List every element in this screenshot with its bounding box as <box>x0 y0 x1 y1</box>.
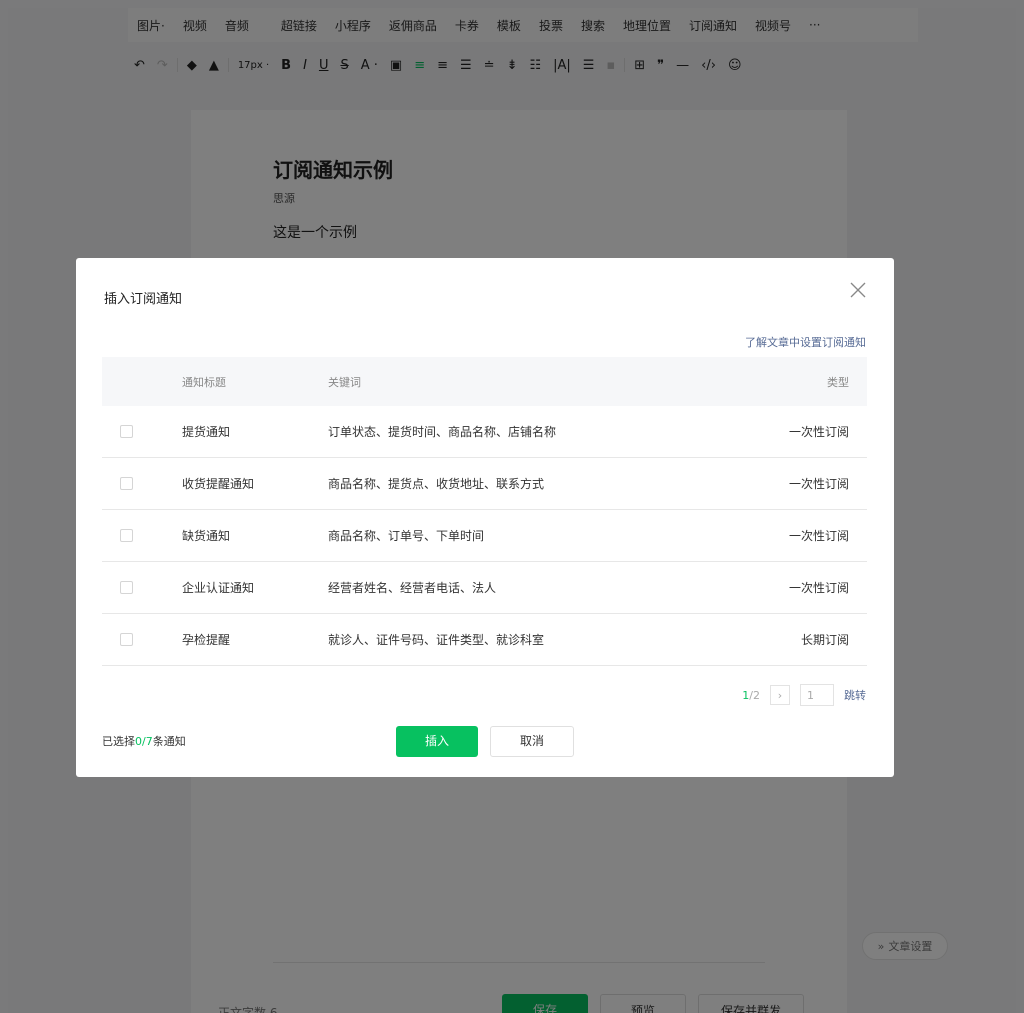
row-checkbox[interactable] <box>120 477 133 490</box>
row-keywords: 订单状态、提货时间、商品名称、店铺名称 <box>328 425 557 439</box>
row-type: 一次性订阅 <box>788 425 849 439</box>
row-title: 企业认证通知 <box>182 581 255 595</box>
row-checkbox[interactable] <box>120 425 133 438</box>
page-jump-button[interactable]: 跳转 <box>844 687 866 703</box>
cancel-button[interactable]: 取消 <box>490 726 574 757</box>
notice-table: 通知标题 关键词 类型 提货通知 订单状态、提货时间、商品名称、店铺名称 一次性… <box>102 357 867 666</box>
close-icon-svg <box>850 282 866 298</box>
row-check-cell <box>102 529 182 542</box>
row-keywords: 商品名称、订单号、下单时间 <box>328 529 485 543</box>
header-keywords: 关键词 <box>328 375 361 389</box>
row-type: 一次性订阅 <box>788 529 849 543</box>
row-title: 收货提醒通知 <box>182 477 255 491</box>
row-check-cell <box>102 477 182 490</box>
table-row[interactable]: 缺货通知 商品名称、订单号、下单时间 一次性订阅 <box>102 510 867 562</box>
row-title: 孕检提醒 <box>182 633 231 647</box>
header-type: 类型 <box>827 375 849 389</box>
close-icon[interactable] <box>846 278 870 302</box>
page-jump-input[interactable] <box>800 684 834 706</box>
row-checkbox[interactable] <box>120 529 133 542</box>
row-type: 一次性订阅 <box>788 581 849 595</box>
row-keywords: 经营者姓名、经营者电话、法人 <box>328 581 497 595</box>
selection-prefix: 已选择 <box>102 735 135 748</box>
row-title: 缺货通知 <box>182 529 231 543</box>
header-title: 通知标题 <box>182 375 226 389</box>
page-indicator: 1/2 <box>742 689 760 702</box>
row-keywords: 商品名称、提货点、收货地址、联系方式 <box>328 477 545 491</box>
total-pages: 2 <box>753 688 760 702</box>
table-row[interactable]: 孕检提醒 就诊人、证件号码、证件类型、就诊科室 长期订阅 <box>102 614 867 666</box>
table-row[interactable]: 企业认证通知 经营者姓名、经营者电话、法人 一次性订阅 <box>102 562 867 614</box>
row-title: 提货通知 <box>182 425 231 439</box>
selection-status: 已选择0/7条通知 <box>102 733 186 749</box>
row-type: 长期订阅 <box>800 633 849 647</box>
selection-count: 0/7 <box>135 735 153 748</box>
insert-subscribe-notice-dialog: 插入订阅通知 了解文章中设置订阅通知 通知标题 关键词 类型 提货通知 订单状态… <box>76 258 894 777</box>
row-checkbox[interactable] <box>120 633 133 646</box>
table-row[interactable]: 提货通知 订单状态、提货时间、商品名称、店铺名称 一次性订阅 <box>102 406 867 458</box>
table-row[interactable]: 收货提醒通知 商品名称、提货点、收货地址、联系方式 一次性订阅 <box>102 458 867 510</box>
selection-suffix: 条通知 <box>152 735 186 748</box>
row-check-cell <box>102 581 182 594</box>
pagination: 1/2 › 跳转 <box>742 684 866 706</box>
row-keywords: 就诊人、证件号码、证件类型、就诊科室 <box>328 633 545 647</box>
next-page-button[interactable]: › <box>770 685 790 705</box>
table-header: 通知标题 关键词 类型 <box>102 357 867 406</box>
help-link[interactable]: 了解文章中设置订阅通知 <box>745 334 866 350</box>
row-check-cell <box>102 425 182 438</box>
dialog-title: 插入订阅通知 <box>104 292 183 307</box>
row-type: 一次性订阅 <box>788 477 849 491</box>
row-checkbox[interactable] <box>120 581 133 594</box>
row-check-cell <box>102 633 182 646</box>
insert-button[interactable]: 插入 <box>396 726 478 757</box>
